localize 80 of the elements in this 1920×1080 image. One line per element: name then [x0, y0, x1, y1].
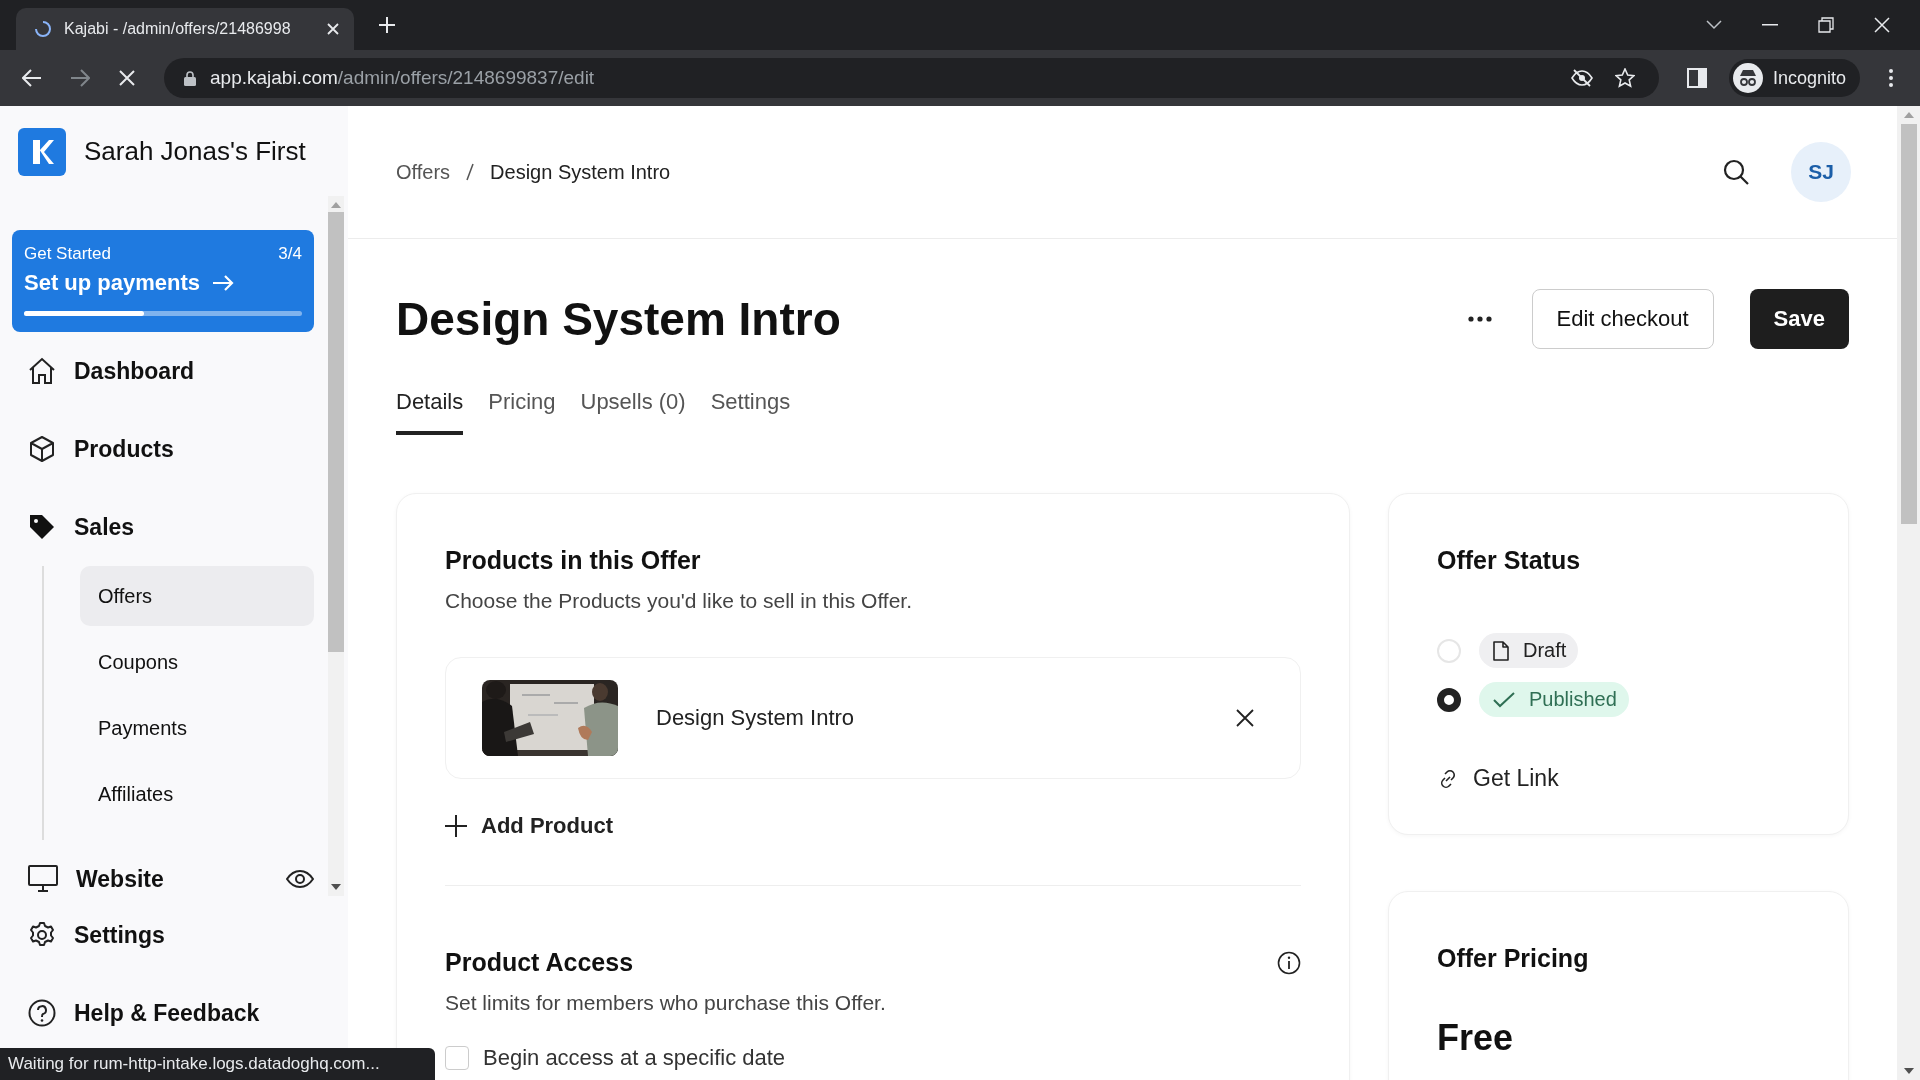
nav-item[interactable]: Products [12, 410, 314, 488]
tag-icon [28, 513, 56, 541]
section-title: Offer Pricing [1437, 944, 1590, 973]
new-tab-icon[interactable] [378, 16, 396, 34]
breadcrumb-current: Design System Intro [490, 160, 671, 184]
subnav-item[interactable]: Offers [80, 566, 314, 626]
save-button[interactable]: Save [1749, 289, 1849, 349]
close-window-icon[interactable] [1874, 17, 1890, 33]
incognito-icon [1732, 63, 1763, 93]
star-icon[interactable] [1614, 68, 1635, 88]
tab[interactable]: Upsells (0) [580, 381, 686, 435]
section-description: Choose the Products you'd like to sell in this Offer. [445, 589, 914, 613]
get-started-label: Get Started [24, 244, 111, 264]
box-icon [28, 435, 56, 463]
status-badge: Draft [1479, 633, 1579, 668]
plus-icon [445, 815, 467, 837]
incognito-profile-button[interactable]: Incognito [1728, 59, 1860, 97]
eye-slash-icon[interactable] [1570, 69, 1593, 87]
forward-icon[interactable] [70, 69, 90, 87]
close-icon[interactable] [1236, 709, 1254, 727]
more-vertical-icon[interactable] [1888, 68, 1894, 88]
checkbox-label: Begin access at a specific date [483, 1045, 786, 1071]
section-title: Offer Status [1437, 546, 1582, 575]
nav-item[interactable]: Website [12, 840, 314, 896]
checkmark-icon [1493, 691, 1515, 708]
checkbox[interactable] [445, 1046, 469, 1070]
radio-button[interactable] [1437, 687, 1461, 712]
stop-loading-icon[interactable] [118, 69, 136, 87]
gear-icon [28, 921, 56, 949]
status-badge: Published [1479, 682, 1629, 717]
subnav-item[interactable]: Payments [80, 698, 314, 758]
eye-icon[interactable] [286, 869, 314, 889]
section-title: Product Access [445, 948, 634, 977]
address-bar[interactable]: app.kajabi.com/admin/offers/2148699837/edit [164, 58, 1659, 98]
site-name: Sarah Jonas's First [84, 136, 306, 167]
info-icon[interactable] [1277, 950, 1301, 975]
edit-checkout-button[interactable]: Edit checkout [1531, 289, 1714, 349]
get-started-card[interactable]: Get Started 3/4 Set up payments [12, 230, 314, 332]
restore-icon[interactable] [1818, 17, 1834, 33]
subnav-item[interactable]: Coupons [80, 632, 314, 692]
add-product-button[interactable]: Add Product [445, 813, 1301, 839]
page-title: Design System Intro [396, 292, 841, 346]
status-bar: Waiting for rum-http-intake.logs.datadoghq.com... [0, 1048, 435, 1080]
nav-item[interactable]: Sales [12, 488, 314, 566]
scroll-down-icon[interactable] [331, 884, 341, 890]
tab[interactable]: Settings [710, 381, 791, 435]
tab[interactable]: Details [396, 381, 464, 435]
monitor-icon [28, 865, 58, 893]
help-icon [28, 999, 56, 1027]
scrollbar[interactable] [328, 196, 344, 896]
browser-tab[interactable]: Kajabi - /admin/offers/21486998 [16, 8, 354, 50]
lock-icon [184, 70, 196, 86]
nav-item[interactable]: Settings [0, 896, 348, 974]
url-text: app.kajabi.com/admin/offers/2148699837/edit [210, 67, 595, 89]
nav-item[interactable]: Dashboard [12, 332, 314, 410]
document-icon [1493, 640, 1509, 661]
breadcrumb-separator-icon [466, 163, 475, 181]
side-panel-icon[interactable] [1686, 68, 1707, 88]
minimize-icon[interactable] [1762, 24, 1778, 26]
logo-icon [18, 128, 66, 176]
section-title: Products in this Offer [445, 546, 702, 575]
breadcrumb-link[interactable]: Offers [396, 160, 451, 184]
tab-title: Kajabi - /admin/offers/21486998 [64, 20, 292, 38]
user-avatar[interactable]: SJ [1791, 142, 1851, 202]
section-description: Set limits for members who purchase this Offer. [445, 991, 887, 1015]
product-name: Design System Intro [656, 705, 855, 731]
more-options-icon[interactable] [1467, 316, 1492, 322]
get-link-button[interactable]: Get Link [1437, 765, 1800, 792]
chevron-down-icon[interactable] [1706, 20, 1722, 30]
step-count: 3/4 [278, 244, 302, 264]
home-icon [28, 357, 56, 385]
price: Free [1437, 1017, 1515, 1059]
scroll-down-icon[interactable] [1903, 1068, 1914, 1074]
subnav-item[interactable]: Affiliates [80, 764, 314, 824]
back-icon[interactable] [22, 69, 42, 87]
scrollbar[interactable] [1897, 106, 1920, 1080]
tab[interactable]: Pricing [488, 381, 556, 435]
setup-action: Set up payments [24, 270, 201, 296]
search-icon[interactable] [1723, 159, 1749, 185]
arrow-right-icon [212, 275, 235, 291]
